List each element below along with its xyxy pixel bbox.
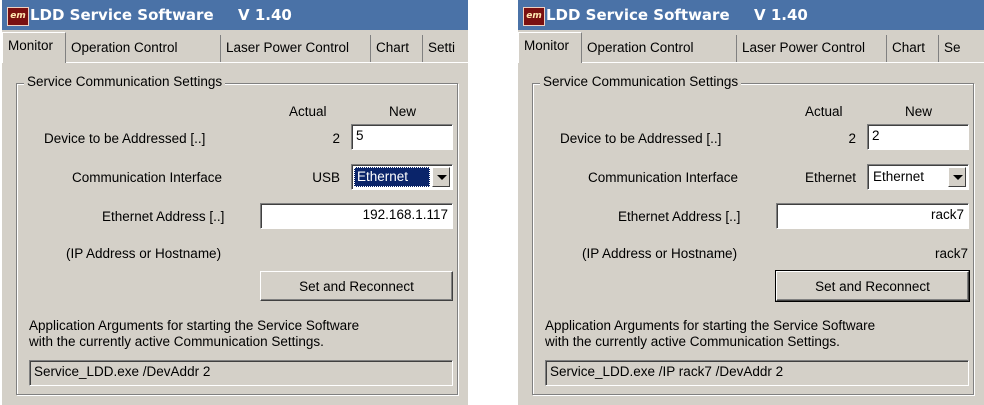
tab-operation-control[interactable]: Operation Control	[582, 35, 737, 62]
app-logo-icon: em	[7, 7, 29, 26]
window-title: LDD Service Software	[30, 6, 214, 24]
device-address-label: Device to be Addressed [..]	[44, 131, 206, 146]
device-address-label: Device to be Addressed [..]	[560, 131, 722, 146]
ethernet-address-input[interactable]: 192.168.1.117	[260, 203, 453, 229]
window-title: LDD Service Software	[546, 6, 730, 24]
tab-chart[interactable]: Chart	[371, 35, 423, 62]
group-title: Service Communication Settings	[540, 74, 742, 89]
version-label: V 1.40	[238, 6, 292, 24]
column-header-actual: Actual	[289, 104, 327, 119]
communication-interface-actual: USB	[312, 170, 340, 185]
version-label: V 1.40	[754, 6, 808, 24]
arguments-description-line1: Application Arguments for starting the S…	[545, 318, 876, 333]
communication-interface-actual: Ethernet	[804, 170, 856, 185]
title-bar[interactable]: em LDD Service Software V 1.40	[2, 0, 468, 30]
tab-laser-power-control[interactable]: Laser Power Control	[221, 35, 371, 62]
communication-interface-label: Communication Interface	[588, 170, 739, 185]
tab-settings[interactable]: Se	[939, 35, 984, 62]
app-logo-icon: em	[523, 7, 545, 26]
dropdown-arrow-icon[interactable]	[432, 167, 450, 187]
arguments-description-line2: with the currently active Communication …	[545, 334, 840, 349]
dropdown-arrow-icon[interactable]	[948, 167, 966, 187]
communication-interface-selected: Ethernet	[873, 169, 925, 184]
tab-bar: Monitor Operation Control Laser Power Co…	[2, 32, 468, 63]
ethernet-address-label: Ethernet Address [..]	[102, 209, 225, 224]
tab-bar: Monitor Operation Control Laser Power Co…	[518, 32, 984, 63]
group-title: Service Communication Settings	[24, 74, 226, 89]
device-address-new-input[interactable]: 5	[351, 124, 453, 150]
tab-monitor[interactable]: Monitor	[518, 32, 582, 63]
title-bar[interactable]: em LDD Service Software V 1.40	[518, 0, 984, 30]
communication-interface-selected: Ethernet	[354, 167, 430, 187]
communication-interface-select[interactable]: Ethernet	[351, 164, 453, 190]
column-header-actual: Actual	[805, 104, 843, 119]
tab-laser-power-control[interactable]: Laser Power Control	[737, 35, 887, 62]
tab-monitor[interactable]: Monitor	[2, 32, 66, 63]
ethernet-address-label: Ethernet Address [..]	[618, 209, 741, 224]
device-address-actual: 2	[848, 131, 856, 146]
set-and-reconnect-button[interactable]: Set and Reconnect	[775, 270, 970, 302]
tab-settings[interactable]: Setti	[423, 35, 468, 62]
ip-hostname-label: (IP Address or Hostname)	[582, 246, 738, 261]
ethernet-address-input[interactable]: rack7	[776, 203, 969, 229]
ip-hostname-actual: rack7	[934, 246, 968, 261]
communication-interface-label: Communication Interface	[72, 170, 223, 185]
communication-interface-select[interactable]: Ethernet	[867, 164, 969, 190]
application-arguments-field[interactable]: Service_LDD.exe /DevAddr 2	[29, 360, 453, 386]
set-and-reconnect-button[interactable]: Set and Reconnect	[260, 271, 453, 301]
application-arguments-field[interactable]: Service_LDD.exe /IP rack7 /DevAddr 2	[545, 360, 969, 386]
arguments-description-line2: with the currently active Communication …	[29, 334, 324, 349]
column-header-new: New	[389, 104, 417, 119]
tab-chart[interactable]: Chart	[887, 35, 939, 62]
ip-hostname-label: (IP Address or Hostname)	[66, 246, 222, 261]
column-header-new: New	[905, 104, 933, 119]
device-address-new-input[interactable]: 2	[867, 124, 969, 150]
service-window-left: em LDD Service Software V 1.40 Monitor O…	[2, 0, 468, 405]
device-address-actual: 2	[332, 131, 340, 146]
service-window-right: em LDD Service Software V 1.40 Monitor O…	[518, 0, 984, 405]
tab-operation-control[interactable]: Operation Control	[66, 35, 221, 62]
arguments-description-line1: Application Arguments for starting the S…	[29, 318, 360, 333]
